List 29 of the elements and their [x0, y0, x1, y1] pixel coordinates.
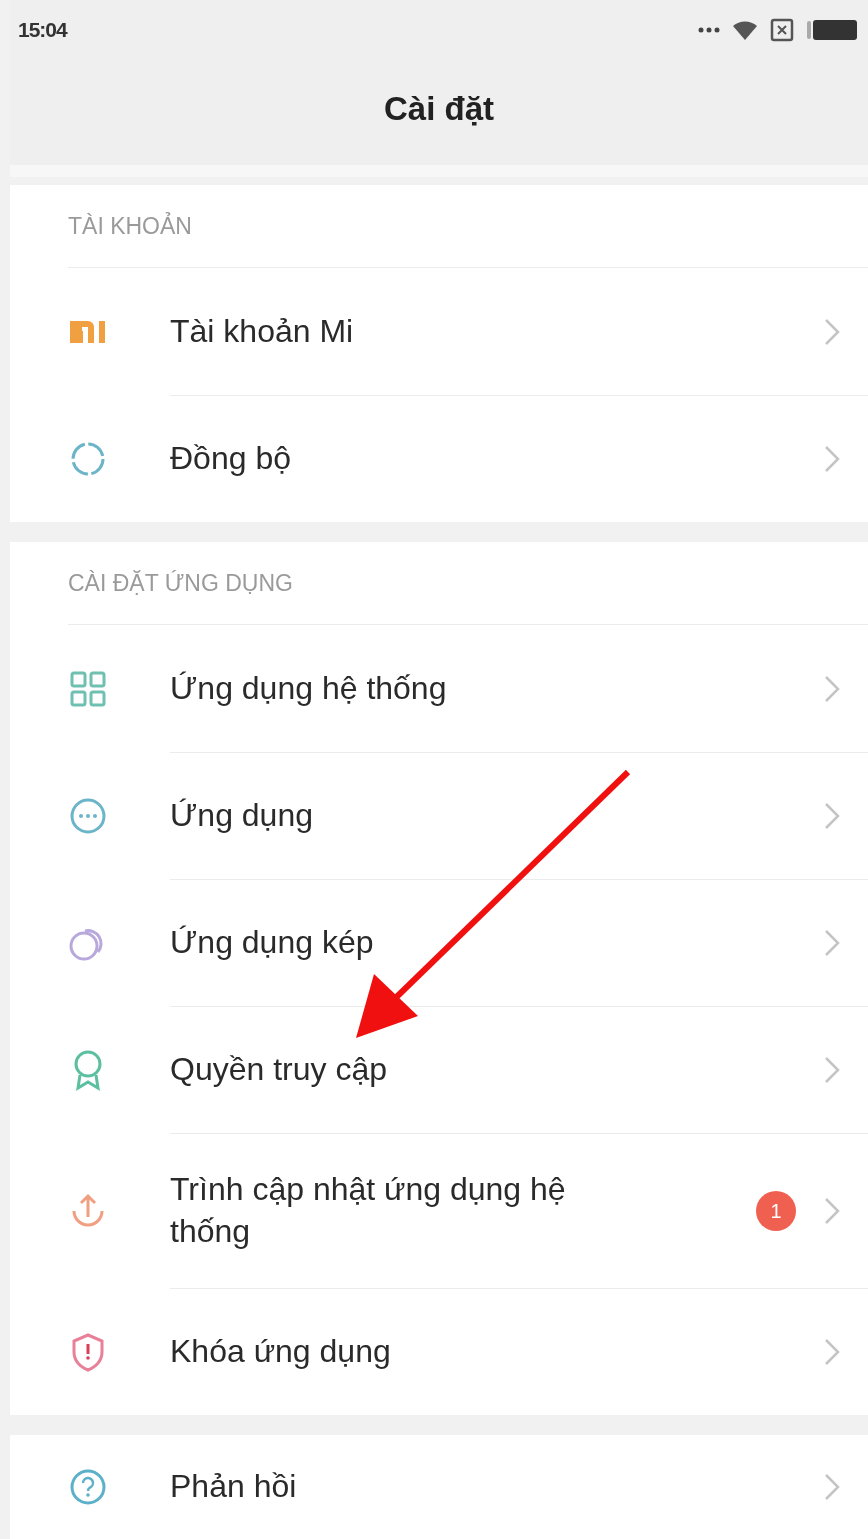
chevron-icon [824, 1473, 840, 1501]
shield-icon [70, 1331, 106, 1372]
row-label: Đồng bộ [170, 439, 291, 479]
row-label: Tài khoản Mi [170, 311, 354, 351]
chevron-icon [824, 317, 840, 346]
chevron-icon [824, 445, 840, 473]
chevron-icon [824, 674, 840, 703]
chevron-icon [824, 1197, 840, 1225]
sim-icon [770, 18, 794, 42]
grid-icon [70, 670, 106, 707]
status-time: 15:04 [18, 18, 67, 42]
row-label: Phản hồi [170, 1467, 297, 1507]
chevron-icon [824, 1056, 840, 1084]
wifi-icon [732, 20, 758, 40]
row-label: Khóa ứng dụng [170, 1332, 391, 1372]
more-icon [698, 27, 720, 33]
row-label: Ứng dụng [170, 796, 313, 836]
chevron-icon [824, 802, 840, 830]
battery-icon [806, 19, 858, 41]
help-icon [68, 1467, 108, 1507]
row-label: Quyền truy cập [170, 1050, 387, 1090]
logo-icon [68, 318, 108, 345]
row-label: Ứng dụng kép [170, 923, 374, 963]
row-label: Trình cập nhật ứng dụng hệ thống [170, 1170, 567, 1251]
count-badge: 1 [756, 1191, 796, 1231]
chevron-icon [824, 929, 840, 957]
screen-title: Cài đặt [384, 89, 494, 128]
row-label: Ứng dụng hệ thống [170, 668, 447, 708]
chevron-icon [824, 1338, 840, 1366]
